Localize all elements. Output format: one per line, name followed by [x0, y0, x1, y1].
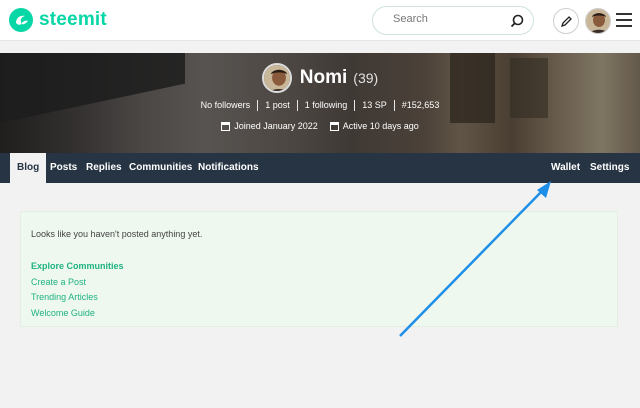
calendar-icon: [329, 121, 339, 131]
calendar-icon: [221, 121, 231, 131]
avatar-image: [263, 65, 290, 91]
suggestion-links: Explore Communities Create a Post Trendi…: [31, 259, 124, 321]
pencil-icon: [560, 16, 572, 28]
reputation-score: (39): [353, 70, 379, 86]
empty-message: Looks like you haven't posted anything y…: [31, 229, 203, 239]
avatar-image: [586, 9, 610, 33]
profile-stats: No followers 1 post 1 following 13 SP #1…: [0, 100, 640, 111]
profile-name: Nomi: [299, 67, 348, 88]
profile-dates: Joined January 2022 Active 10 days ago: [0, 121, 640, 131]
top-header: steemit: [0, 0, 640, 41]
joined-date: Joined January 2022: [221, 121, 318, 131]
followers-count[interactable]: No followers: [194, 100, 258, 111]
rank: #152,653: [393, 100, 447, 111]
post-count: 1 post: [257, 100, 297, 111]
empty-blog-card: Looks like you haven't posted anything y…: [20, 211, 618, 327]
following-count[interactable]: 1 following: [296, 100, 355, 111]
create-post-link[interactable]: Create a Post: [31, 275, 124, 291]
tab-replies[interactable]: Replies: [86, 153, 122, 183]
profile-nav: Blog Posts Replies Communities Notificat…: [0, 153, 640, 183]
profile-header: Nomi (39): [0, 63, 640, 93]
steem-power: 13 SP: [354, 100, 394, 111]
joined-text: Joined January 2022: [234, 121, 318, 131]
trending-articles-link[interactable]: Trending Articles: [31, 290, 124, 306]
tab-communities[interactable]: Communities: [129, 153, 192, 183]
tab-notifications[interactable]: Notifications: [198, 153, 259, 183]
tab-settings[interactable]: Settings: [590, 153, 629, 183]
create-post-button[interactable]: [553, 8, 579, 34]
tab-posts[interactable]: Posts: [50, 153, 77, 183]
tab-blog[interactable]: Blog: [10, 153, 47, 183]
steemit-logo-icon: [9, 8, 33, 32]
profile-avatar: [261, 63, 292, 93]
profile-cover: Nomi (39) No followers 1 post 1 followin…: [0, 53, 640, 153]
welcome-guide-link[interactable]: Welcome Guide: [31, 306, 124, 322]
search-icon[interactable]: [509, 13, 525, 29]
active-date: Active 10 days ago: [329, 121, 419, 131]
explore-communities-link[interactable]: Explore Communities: [31, 259, 124, 275]
logo-text: steemit: [39, 9, 107, 30]
search-box[interactable]: [372, 6, 534, 35]
active-text: Active 10 days ago: [342, 121, 419, 131]
user-avatar[interactable]: [585, 8, 611, 34]
steemit-logo[interactable]: steemit: [9, 8, 107, 32]
search-input[interactable]: [393, 13, 503, 25]
hamburger-menu-icon[interactable]: [616, 13, 632, 27]
tab-wallet[interactable]: Wallet: [551, 153, 580, 183]
